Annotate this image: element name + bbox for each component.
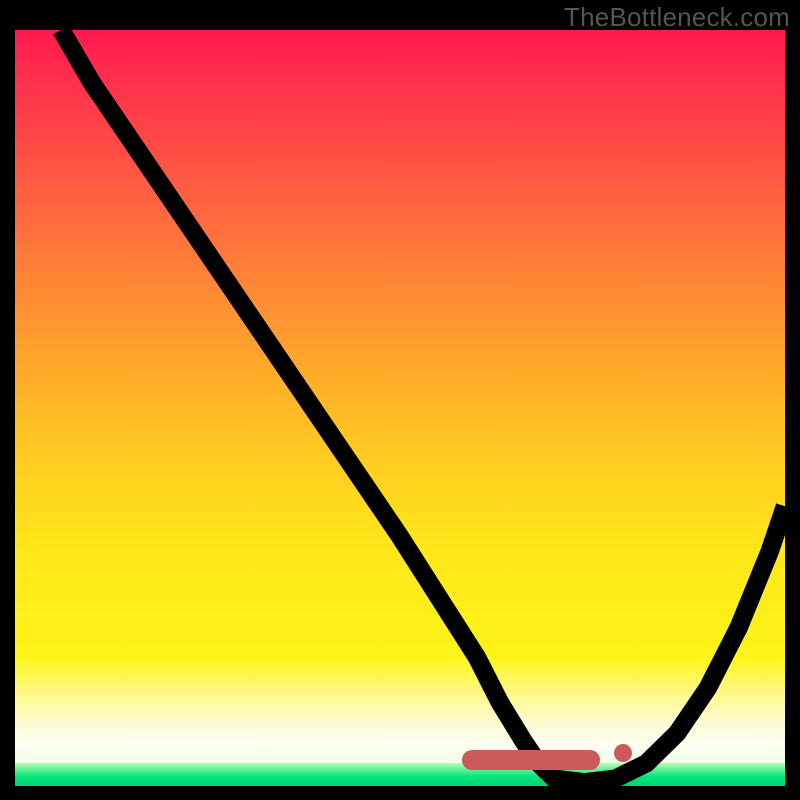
optimal-range-endpoint-dot [614,744,632,762]
chart-frame: TheBottleneck.com [0,0,800,800]
optimal-range-bar [462,750,601,770]
bottleneck-curve-path [61,30,785,782]
watermark-text: TheBottleneck.com [564,2,790,33]
curve-svg [15,30,785,786]
plot-area [15,30,785,786]
